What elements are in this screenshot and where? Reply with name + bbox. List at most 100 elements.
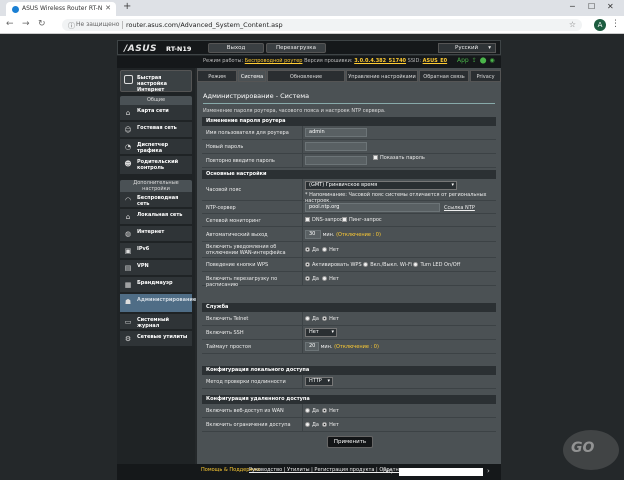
tab-settings[interactable]: Управление настройками bbox=[346, 70, 418, 82]
section-local-access: Конфигурация локального доступа bbox=[202, 366, 496, 375]
ping-query-checkbox[interactable] bbox=[342, 217, 347, 222]
new-tab-icon[interactable]: + bbox=[123, 1, 131, 12]
wan-notify-yes-radio[interactable] bbox=[305, 247, 310, 252]
page-title: Администрирование - Система bbox=[203, 92, 310, 100]
web-wan-no-radio[interactable] bbox=[322, 408, 328, 413]
sidebar-item-vpn[interactable]: ▤ VPN bbox=[120, 260, 192, 276]
row-telnet: Включить Telnet Да Нет bbox=[202, 312, 496, 326]
qis-icon bbox=[124, 75, 133, 84]
router-header: /ASUS RT-N19 Выход Перезагрузка Русский ▾ bbox=[117, 40, 501, 55]
map-icon: ⌂ bbox=[125, 109, 131, 117]
web-wan-yes-radio[interactable] bbox=[305, 408, 310, 413]
model-name: RT-N19 bbox=[166, 45, 192, 53]
wifi-status-icon[interactable]: ◉ bbox=[489, 57, 494, 64]
info-icon[interactable]: ⓘ bbox=[68, 21, 75, 31]
close-icon[interactable]: ✕ bbox=[105, 4, 111, 12]
maximize-icon[interactable]: ☐ bbox=[588, 2, 595, 11]
telnet-yes-radio[interactable] bbox=[305, 316, 310, 321]
browser-tab[interactable]: ASUS Wireless Router RT-N19 - С ✕ bbox=[6, 2, 116, 16]
row-ntp: NTP-сервер pool.ntp.org Ссылка NTP bbox=[202, 201, 496, 214]
minimize-icon[interactable]: ─ bbox=[570, 2, 575, 11]
reload-icon[interactable]: ↻ bbox=[38, 19, 46, 29]
sidebar-item-tools[interactable]: ⚙ Сетевые утилиты bbox=[120, 331, 192, 347]
apply-button[interactable]: Применить bbox=[327, 436, 373, 448]
tab-feedback[interactable]: Обратная связь bbox=[419, 70, 469, 82]
ntp-input[interactable]: pool.ntp.org bbox=[305, 203, 440, 212]
sidebar-item-syslog[interactable]: ▭ Системный журнал bbox=[120, 314, 192, 330]
dns-query-checkbox[interactable] bbox=[305, 217, 310, 222]
network-status-icon[interactable]: ⬤ bbox=[480, 57, 487, 64]
wps-wifi-radio[interactable] bbox=[363, 262, 369, 267]
footer: Помощь & Поддержка Руководство | Утилиты… bbox=[117, 464, 501, 480]
wps-led-radio[interactable] bbox=[413, 262, 419, 267]
reboot-button[interactable]: Перезагрузка bbox=[266, 43, 326, 53]
browser-tab-title: ASUS Wireless Router RT-N19 - С bbox=[22, 5, 102, 12]
tab-firmware[interactable]: Обновление микропрограммы bbox=[267, 70, 345, 92]
sidebar-item-parental[interactable]: ☻ Родительский контроль bbox=[120, 156, 192, 175]
sidebar-group-advanced: Дополнительные настройки bbox=[120, 180, 192, 192]
idle-timeout-input[interactable]: 20 bbox=[305, 342, 319, 351]
logout-button[interactable]: Выход bbox=[208, 43, 264, 53]
url-field[interactable]: ⓘ Не защищено router.asus.com/Advanced_S… bbox=[62, 19, 582, 31]
sidebar-item-qis[interactable]: Быстрая настройка Интернет bbox=[120, 70, 192, 93]
browser-menu-icon[interactable]: ⋮ bbox=[611, 19, 620, 29]
new-password-input[interactable] bbox=[305, 142, 367, 151]
chevron-down-icon: ▾ bbox=[327, 378, 330, 384]
sidebar-item-network-map[interactable]: ⌂ Карта сети bbox=[120, 105, 192, 121]
sidebar-item-guest[interactable]: ☺ Гостевая сеть bbox=[120, 122, 192, 138]
language-select[interactable]: Русский ▾ bbox=[438, 43, 496, 53]
faq-search-input[interactable] bbox=[399, 468, 483, 476]
content-area: Администрирование - Система Изменение па… bbox=[197, 82, 501, 464]
sidebar-item-admin[interactable]: ☗ Администрирование bbox=[120, 294, 196, 313]
sidebar-item-wireless[interactable]: ◠ Беспроводная сеть bbox=[120, 192, 192, 208]
tab-operation-mode[interactable]: Режим работы bbox=[197, 70, 237, 92]
faq-go-icon[interactable]: › bbox=[487, 467, 490, 475]
asus-logo: /ASUS bbox=[124, 44, 158, 54]
restrict-yes-radio[interactable] bbox=[305, 422, 310, 427]
window-close-icon[interactable]: ✕ bbox=[607, 2, 614, 11]
wps-activate-radio[interactable] bbox=[305, 262, 310, 267]
reboot-schedule-yes-radio[interactable] bbox=[305, 276, 310, 281]
show-password-checkbox[interactable] bbox=[373, 155, 378, 160]
parental-icon: ☻ bbox=[124, 160, 132, 168]
row-wan-notify: Включить уведомления об отключении WAN-и… bbox=[202, 242, 496, 258]
timezone-select[interactable]: (GMT) Гринвичское время ▾ bbox=[305, 181, 457, 190]
username-input[interactable]: admin bbox=[305, 128, 367, 137]
tab-strip: Режим работы Система Обновление микропро… bbox=[197, 68, 501, 92]
wan-notify-no-radio[interactable] bbox=[322, 247, 328, 252]
footer-links[interactable]: Руководство | Утилиты | Регистрация прод… bbox=[249, 467, 421, 473]
ssh-select[interactable]: Нет ▾ bbox=[305, 328, 337, 337]
security-label: Не защищено bbox=[76, 21, 120, 28]
avatar[interactable]: A bbox=[594, 19, 606, 31]
firmware-link[interactable]: 3.0.0.4.382_51740 bbox=[354, 58, 406, 64]
autologout-input[interactable]: 30 bbox=[305, 230, 321, 239]
sidebar-item-wan[interactable]: ◍ Интернет bbox=[120, 226, 192, 242]
back-icon[interactable]: ← bbox=[6, 19, 14, 29]
tab-system[interactable]: Система bbox=[238, 70, 266, 82]
telnet-no-radio[interactable] bbox=[322, 316, 328, 321]
mode-link[interactable]: Беспроводной роутер bbox=[245, 58, 303, 64]
watermark-logo: GO bbox=[563, 430, 619, 470]
ntp-link[interactable]: Ссылка NTP bbox=[444, 205, 475, 211]
sidebar: Быстрая настройка Интернет Общие ⌂ Карта … bbox=[117, 68, 196, 480]
bookmark-star-icon[interactable]: ☆ bbox=[569, 20, 576, 29]
address-bar: ← → ↻ ⓘ Не защищено router.asus.com/Adva… bbox=[0, 16, 624, 34]
sidebar-item-firewall[interactable]: ▦ Брандмауэр bbox=[120, 277, 192, 293]
sidebar-item-lan[interactable]: ⌂ Локальная сеть bbox=[120, 209, 192, 225]
forward-icon[interactable]: → bbox=[22, 19, 30, 29]
app-label[interactable]: App bbox=[457, 57, 469, 64]
sidebar-item-ipv6[interactable]: ▣ IPv6 bbox=[120, 243, 192, 259]
sidebar-group-general: Общие bbox=[120, 96, 192, 105]
reboot-schedule-no-radio[interactable] bbox=[322, 276, 328, 281]
sidebar-item-traffic[interactable]: ◔ Диспетчер трафика bbox=[120, 139, 192, 155]
row-netmon: Сетевой мониторинг DNS-запрос Пинг-запро… bbox=[202, 214, 496, 227]
tab-privacy[interactable]: Privacy bbox=[470, 70, 501, 82]
row-auth-method: Метод проверки подлинности HTTP ▾ bbox=[202, 375, 496, 389]
ssid-link[interactable]: ASUS_E0 bbox=[423, 58, 448, 64]
usb-icon[interactable]: ⇪ bbox=[472, 57, 477, 64]
status-icons: App ⇪ ⬤ ◉ bbox=[457, 57, 498, 64]
auth-method-select[interactable]: HTTP ▾ bbox=[305, 377, 333, 386]
restrict-no-radio[interactable] bbox=[322, 422, 328, 427]
repeat-password-input[interactable] bbox=[305, 156, 367, 165]
section-password: Изменение пароля роутера bbox=[202, 117, 496, 126]
